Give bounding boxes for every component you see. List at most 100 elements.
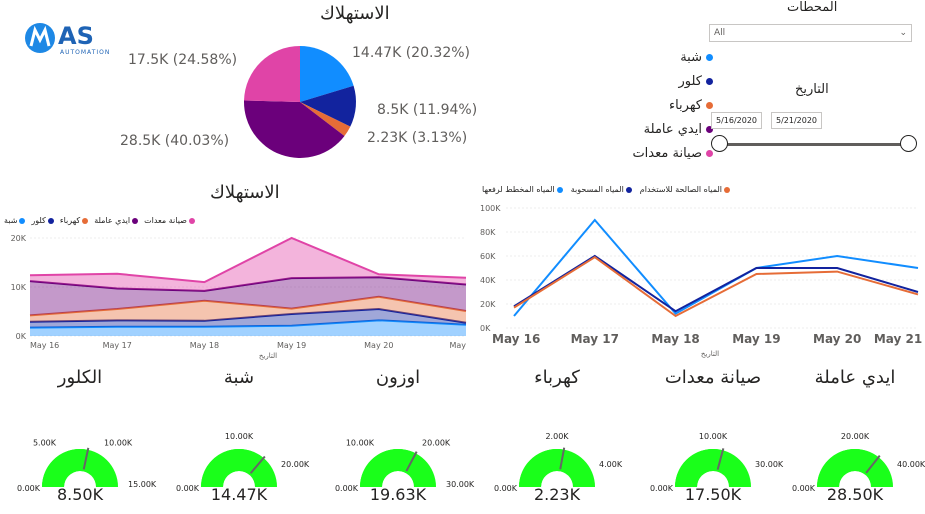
line-series[interactable] [513, 255, 919, 318]
stations-dropdown[interactable]: All ⌄ [709, 24, 912, 42]
area-legend-label: ايدي عاملة [94, 216, 131, 225]
gauge-card: كهرباء 0.00K 2.00K 4.00K 2.23K [477, 365, 637, 514]
y-tick-label: 10K [11, 283, 27, 292]
gauge-title: شبة [223, 367, 255, 388]
x-tick-label: May 17 [571, 332, 619, 346]
legend-dot-icon [706, 101, 713, 109]
logo-text: AS [58, 22, 94, 50]
gauge-tick-label: 40.00K [897, 460, 925, 469]
pie-legend-item[interactable]: كهرباء [603, 93, 713, 117]
legend-dot-icon [706, 149, 713, 157]
gauge-tick-label: 20.00K [422, 438, 451, 447]
date-start-input[interactable]: 5/16/2020 [711, 112, 763, 129]
legend-dot-icon [19, 217, 26, 224]
gauge-value: 14.47K [210, 485, 268, 504]
pie-slice[interactable] [244, 46, 300, 102]
gauge-tick-label: 10.00K [699, 432, 728, 441]
pie-label-1: 8.5K (11.94%) [377, 102, 478, 118]
gauge-title: صيانة معدات [664, 367, 762, 388]
area-legend-label: كلور [31, 216, 46, 225]
x-tick-label: May 16 [30, 341, 59, 350]
date-filter-title: التاريخ [795, 82, 829, 97]
stations-filter-title: المحطات [787, 0, 838, 15]
gauge-card: شبة 0.00K 10.00K 20.00K 14.47K [159, 365, 319, 514]
x-axis-label: التاريخ [259, 352, 277, 360]
pie-legend-item[interactable]: كلور [603, 69, 713, 93]
area-legend-item[interactable]: صيانة معدات [144, 216, 195, 225]
pie-legend-label: كلور [678, 73, 703, 89]
gauge-fill-full [675, 449, 751, 487]
x-tick-label: May 20 [364, 341, 393, 350]
legend-dot-icon [556, 186, 563, 193]
line-legend-label: المياه المخطط لرفعها [482, 185, 555, 194]
date-slider-start-handle[interactable] [711, 135, 728, 152]
legend-dot-icon [625, 186, 632, 193]
gauge-fill-full [817, 449, 893, 487]
pie-legend-label: ايدي عاملة [643, 121, 702, 137]
line-legend-item[interactable]: المياه الصالحة للاستخدام [639, 185, 731, 194]
gauge-fill-full [360, 449, 436, 487]
gauge-tick-label: 10.00K [225, 432, 254, 441]
pie-label-2: 2.23K (3.13%) [367, 130, 468, 146]
pie-chart [244, 46, 356, 159]
pie-legend-item[interactable]: شبة [603, 45, 713, 69]
pie-legend: شبة كلور كهرباء ايدي عاملة صيانة معدات [603, 45, 713, 165]
gauge-value: 19.63K [369, 485, 427, 504]
line-legend-label: المياه الصالحة للاستخدام [639, 185, 723, 194]
line-legend: المياه الصالحة للاستخدام المياه المسحوبة… [482, 185, 731, 194]
legend-dot-icon [706, 53, 713, 61]
x-axis-label: التاريخ [701, 350, 719, 358]
logo-subtext: AUTOMATION [60, 49, 111, 56]
gauge-title: اوزون [375, 367, 421, 388]
gauge-tick-label: 10.00K [346, 438, 375, 447]
line-chart: 0K 20K 40K 60K 80K 100K May 16 May 17 May 18 May … [480, 204, 922, 358]
legend-dot-icon [724, 186, 731, 193]
y-tick-label: 60K [480, 252, 496, 261]
pie-legend-label: كهرباء [668, 97, 702, 113]
area-legend-item[interactable]: كهرباء [60, 216, 89, 225]
pie-label-0: 14.47K (20.32%) [352, 45, 471, 61]
pie-legend-label: صيانة معدات [632, 145, 702, 161]
date-slider-track[interactable] [719, 143, 909, 146]
logo: AS AUTOMATION [18, 20, 118, 60]
gauge-fill-full [519, 449, 595, 487]
x-tick-label: May 21 [874, 332, 922, 346]
line-legend-item[interactable]: المياه المخطط لرفعها [482, 185, 563, 194]
line-series[interactable] [513, 254, 919, 313]
area-legend-item[interactable]: كلور [31, 216, 54, 225]
area-chart: 0K 10K 20K May 16 May 17 May 18 May 19 May 20 Ma… [11, 234, 467, 360]
stations-dropdown-value: All [714, 28, 726, 38]
area-legend-item[interactable]: شبة [4, 216, 26, 225]
gauge-value: 2.23K [533, 485, 581, 504]
area-legend-item[interactable]: ايدي عاملة [94, 216, 139, 225]
date-slider-end-handle[interactable] [900, 135, 917, 152]
pie-title: الاستهلاك [320, 3, 390, 24]
legend-dot-icon [82, 217, 89, 224]
line-legend-item[interactable]: المياه المسحوبة [571, 185, 632, 194]
gauge-title: كهرباء [534, 367, 580, 388]
date-end-input[interactable]: 5/21/2020 [771, 112, 823, 129]
y-tick-label: 80K [480, 228, 496, 237]
gauge-tick-label: 10.00K [104, 438, 133, 447]
area-legend: صيانة معدات ايدي عاملة كهرباء كلور شبة [4, 216, 195, 225]
y-tick-label: 100K [480, 204, 501, 213]
pie-legend-label: شبة [680, 49, 702, 65]
y-tick-label: 0K [480, 324, 491, 333]
gauge-card: اوزون 0.00K 10.00K 20.00K 30.00K 19.63K [318, 365, 478, 514]
gauge-card: الكلور 0.00K 5.00K 10.00K 15.00K 8.50K [0, 365, 160, 514]
pie-label-4: 17.5K (24.58%) [128, 52, 238, 68]
x-tick-label: May [449, 341, 466, 350]
chevron-down-icon: ⌄ [899, 28, 907, 38]
y-tick-label: 40K [480, 276, 496, 285]
area-legend-label: صيانة معدات [144, 216, 187, 225]
gauge-fill-full [201, 449, 277, 487]
gauge-title: ايدي عاملة [814, 367, 896, 388]
x-tick-label: May 18 [651, 332, 699, 346]
gauge-tick-label: 2.00K [545, 432, 569, 441]
gauge-card: ايدي عاملة 0.00K 20.00K 40.00K 28.50K [775, 365, 925, 514]
legend-dot-icon [132, 217, 139, 224]
pie-legend-item[interactable]: صيانة معدات [603, 141, 713, 165]
x-tick-label: May 20 [813, 332, 861, 346]
pie-legend-item[interactable]: ايدي عاملة [603, 117, 713, 141]
legend-dot-icon [188, 217, 195, 224]
